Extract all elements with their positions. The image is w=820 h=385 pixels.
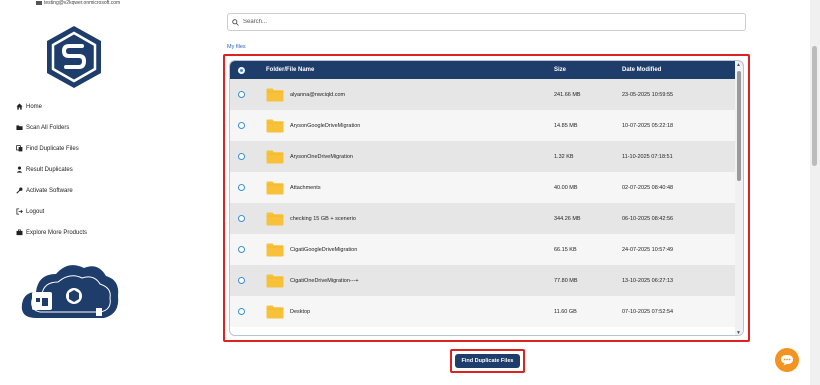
table-row[interactable]: CigatiGoogleDriveMigration 66.15 KB 24-07-… [230,234,737,265]
folder-icon [266,243,284,256]
account-info: testing@v2kqwer.onmicrosoft.com [36,0,120,6]
file-date-modified: 24-07-2025 10:57:49 [622,246,674,253]
sidebar-item-explore-more-products[interactable]: Explore More Products [16,222,87,243]
files-table: Folder/File Name Size Date Modified alya… [229,60,744,336]
chat-button[interactable] [775,348,799,372]
row-select-radio[interactable] [238,91,245,98]
sidebar: testing@v2kqwer.onmicrosoft.com Home Sca… [0,0,146,385]
key-icon [16,187,23,194]
folder-icon [266,181,284,194]
row-select-radio[interactable] [238,277,245,284]
sidebar-nav: Home Scan All Folders Find Duplicate Fil… [16,96,87,243]
sidebar-item-label: Scan All Folders [26,124,70,131]
cloud-storage-illustration [21,265,119,318]
app-logo [47,26,101,88]
file-name: alyanna@nwciqld.com [290,91,346,98]
table-highlight-frame: Folder/File Name Size Date Modified alya… [223,54,750,342]
sidebar-item-activate-software[interactable]: Activate Software [16,180,87,201]
table-row[interactable]: checking 15 GB + scenerio 344.26 MB 06-10-… [230,203,737,234]
folder-icon [16,124,23,131]
file-name: CigatiGoogleDriveMigration [290,246,358,253]
file-size: 66.15 KB [554,246,577,253]
table-row[interactable]: Desktop 11.60 GB 07-10-2025 07:52:54 [230,296,737,327]
search-bar[interactable] [227,13,746,31]
row-select-radio[interactable] [238,184,245,191]
table-row[interactable]: alyanna@nwciqld.com 241.66 MB 23-05-2025 1… [230,79,737,110]
row-select-radio[interactable] [238,122,245,129]
table-body: alyanna@nwciqld.com 241.66 MB 23-05-2025 1… [230,79,737,327]
account-email: testing@v2kqwer.onmicrosoft.com [44,0,121,6]
file-name: checking 15 GB + scenerio [290,215,356,222]
table-row[interactable]: ArysonOneDriveMigration 1.32 KB 11-10-2025… [230,141,737,172]
column-header-name: Folder/File Name [266,67,315,73]
table-row[interactable]: CigatiOneDriveMigration---+ 77.80 MB 13-10… [230,265,737,296]
user-icon [16,166,23,173]
file-date-modified: 02-07-2025 08:40:48 [622,184,674,191]
folder-icon [266,119,284,132]
home-icon [16,103,23,110]
file-date-modified: 23-05-2025 10:59:55 [622,91,674,98]
file-name: Attachments [290,184,321,191]
sidebar-item-find-duplicate-files[interactable]: Find Duplicate Files [16,138,87,159]
select-all-radio[interactable] [238,66,245,74]
table-scrollbar[interactable]: ▲ ▼ [735,61,743,335]
file-name: ArysonOneDriveMigration [290,153,353,160]
my-files-label: My files [227,44,246,50]
file-name: ArysonGoogleDriveMigration [290,122,361,129]
file-name: Desktop [290,308,311,315]
file-size: 40.00 MB [554,184,578,191]
file-size: 14.85 MB [554,122,578,129]
briefcase-icon [16,229,23,236]
file-size: 1.32 KB [554,153,574,160]
folder-icon [266,88,284,101]
sidebar-item-result-duplicates[interactable]: Result Duplicates [16,159,87,180]
button-highlight-frame: Find Duplicate Files [450,349,525,373]
mail-icon [36,1,42,5]
sidebar-item-label: Logout [26,208,45,215]
file-date-modified: 10-07-2025 05:22:18 [622,122,674,129]
folder-icon [266,150,284,163]
table-header: Folder/File Name Size Date Modified [230,61,743,79]
find-duplicate-files-button[interactable]: Find Duplicate Files [455,354,520,368]
sidebar-item-label: Explore More Products [26,229,88,236]
sidebar-item-label: Find Duplicate Files [26,145,79,152]
main-content: My files Folder/File Name Size Date Modi… [146,0,810,385]
search-icon [232,18,239,26]
row-select-radio[interactable] [238,246,245,253]
page-scrollbar[interactable] [810,0,820,385]
scroll-up-icon[interactable]: ▲ [736,62,741,68]
file-size: 11.60 GB [554,308,577,315]
logout-icon [16,208,23,215]
column-header-size: Size [554,67,567,73]
row-select-radio[interactable] [238,153,245,160]
folder-icon [266,305,284,318]
sidebar-item-home[interactable]: Home [16,96,87,117]
sidebar-item-label: Home [26,103,43,110]
file-date-modified: 11-10-2025 07:18:51 [622,153,673,160]
file-date-modified: 06-10-2025 08:42:56 [622,215,674,222]
page-scrollbar-thumb[interactable] [812,46,817,166]
file-size: 77.80 MB [554,277,578,284]
file-size: 344.26 MB [554,215,581,222]
file-size: 241.66 MB [554,91,581,98]
folder-icon [266,274,284,287]
search-input[interactable] [243,19,733,25]
sidebar-item-logout[interactable]: Logout [16,201,87,222]
column-header-date-modified: Date Modified [622,67,662,73]
scrollbar-thumb[interactable] [737,71,741,181]
table-row[interactable]: Attachments 40.00 MB 02-07-2025 08:40:48 [230,172,737,203]
file-name: CigatiOneDriveMigration---+ [290,277,359,284]
row-select-radio[interactable] [238,215,245,222]
copy-icon [16,145,23,152]
table-row[interactable]: ArysonGoogleDriveMigration 14.85 MB 10-07-… [230,110,737,141]
row-select-radio[interactable] [238,308,245,315]
sidebar-item-label: Activate Software [26,187,73,194]
sidebar-item-scan-all-folders[interactable]: Scan All Folders [16,117,87,138]
file-date-modified: 13-10-2025 06:27:13 [622,277,674,284]
folder-icon [266,212,284,225]
scroll-down-icon[interactable]: ▼ [736,330,741,335]
sidebar-item-label: Result Duplicates [26,166,73,173]
file-date-modified: 07-10-2025 07:52:54 [622,308,674,315]
chat-bubble-icon [781,355,793,366]
